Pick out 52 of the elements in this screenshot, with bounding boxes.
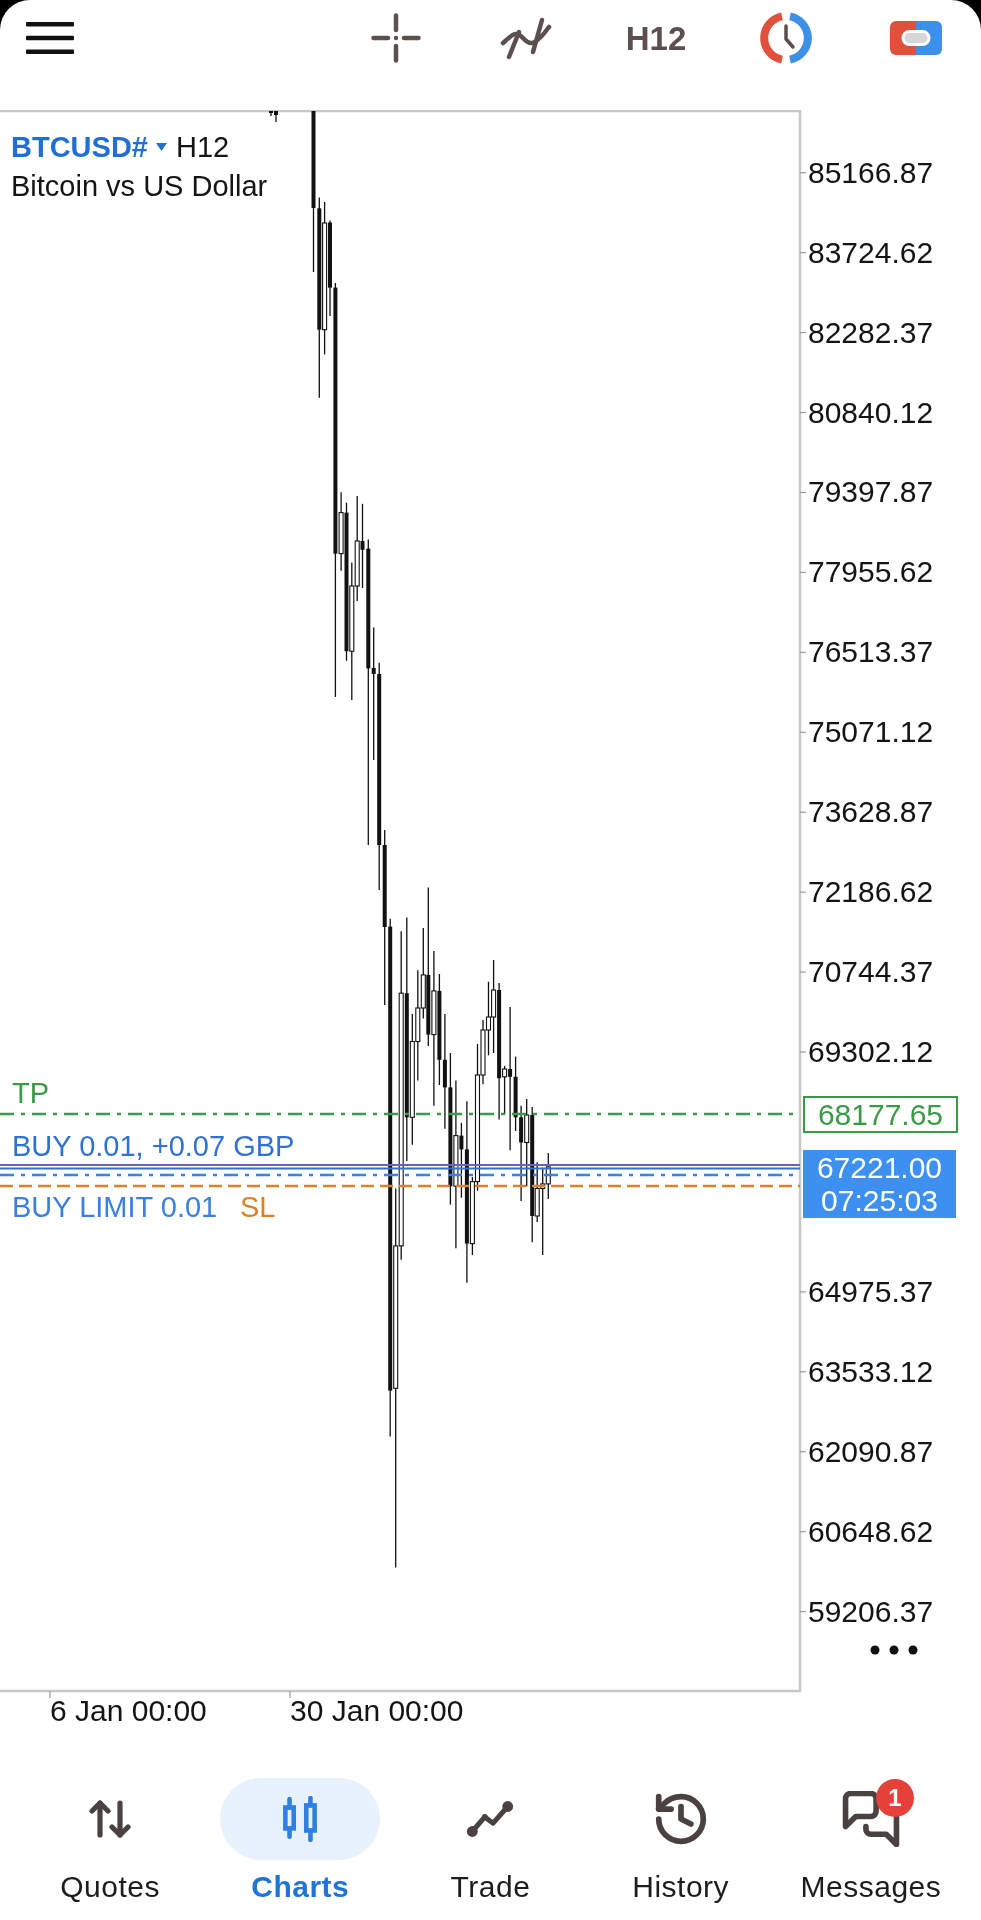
line-label: TP [12, 1077, 50, 1109]
symbol-description: Bitcoin vs US Dollar [11, 169, 268, 204]
axis-label: 64975.37 [808, 1274, 934, 1309]
timeframe-button[interactable]: H12 [625, 21, 687, 55]
line-label: BUY LIMIT 0.01 [12, 1191, 218, 1223]
clock-icon [760, 12, 812, 64]
nav-tab[interactable]: Quotes [15, 1750, 206, 1920]
toggle-icon [890, 21, 942, 55]
axis-label: 63533.12 [808, 1354, 934, 1389]
indicators-button[interactable] [500, 16, 552, 60]
countdown-timer: 07:25:03 [821, 1184, 938, 1217]
axis-label: 72186.62 [808, 875, 934, 910]
nav-tab[interactable]: Charts [205, 1750, 396, 1920]
history-icon [654, 1793, 707, 1845]
price-tag: 68177.65 [803, 1096, 958, 1133]
axis-label: 85166.87 [808, 155, 934, 190]
nav-tab[interactable]: 1 Messages [775, 1750, 966, 1920]
more-icon [870, 1645, 918, 1655]
axis-label: 83724.62 [808, 235, 934, 270]
axis-label: 59206.37 [808, 1594, 934, 1629]
menu-button[interactable] [26, 22, 74, 54]
one-click-trading-button[interactable] [890, 21, 942, 55]
symbol-selector[interactable]: BTCUSD# [11, 128, 167, 166]
axis-label: 75071.12 [808, 715, 934, 750]
line-label: SL [240, 1191, 276, 1223]
axis-label: 79397.87 [808, 475, 934, 510]
menu-icon [26, 22, 74, 54]
axis-label: 30 Jan 00:00 [290, 1694, 464, 1728]
crosshair-button[interactable] [371, 13, 421, 63]
axis-label: 77955.62 [808, 555, 934, 590]
up-down-arrows-icon [89, 1800, 132, 1838]
axis-label: 70744.37 [808, 955, 934, 990]
axis-label: 6 Jan 00:00 [50, 1694, 207, 1728]
caret-icon [155, 143, 167, 151]
more-button[interactable] [870, 1645, 918, 1655]
nav-tab[interactable]: Trade [395, 1750, 586, 1920]
price-value: 67221.00 [816, 1151, 943, 1184]
axis-label: 76513.37 [808, 635, 934, 670]
axis-label: 80840.12 [808, 395, 934, 430]
axis-label: 62090.87 [808, 1434, 934, 1469]
chart-timeframe: H12 [175, 130, 230, 165]
axis-label: 82282.37 [808, 315, 934, 350]
notification-badge: 1 [875, 1779, 914, 1817]
axis-label: 69302.12 [808, 1035, 934, 1070]
crosshair-icon [371, 13, 421, 63]
wave-icon [500, 16, 552, 60]
nav-tab[interactable]: History [585, 1750, 776, 1920]
axis-label: 73628.87 [808, 795, 934, 830]
axis-label: 60648.62 [808, 1514, 934, 1549]
line-chart-icon [465, 1799, 516, 1839]
line-label: BUY 0.01, +0.07 GBP [12, 1130, 295, 1162]
clock-button[interactable] [760, 12, 812, 64]
